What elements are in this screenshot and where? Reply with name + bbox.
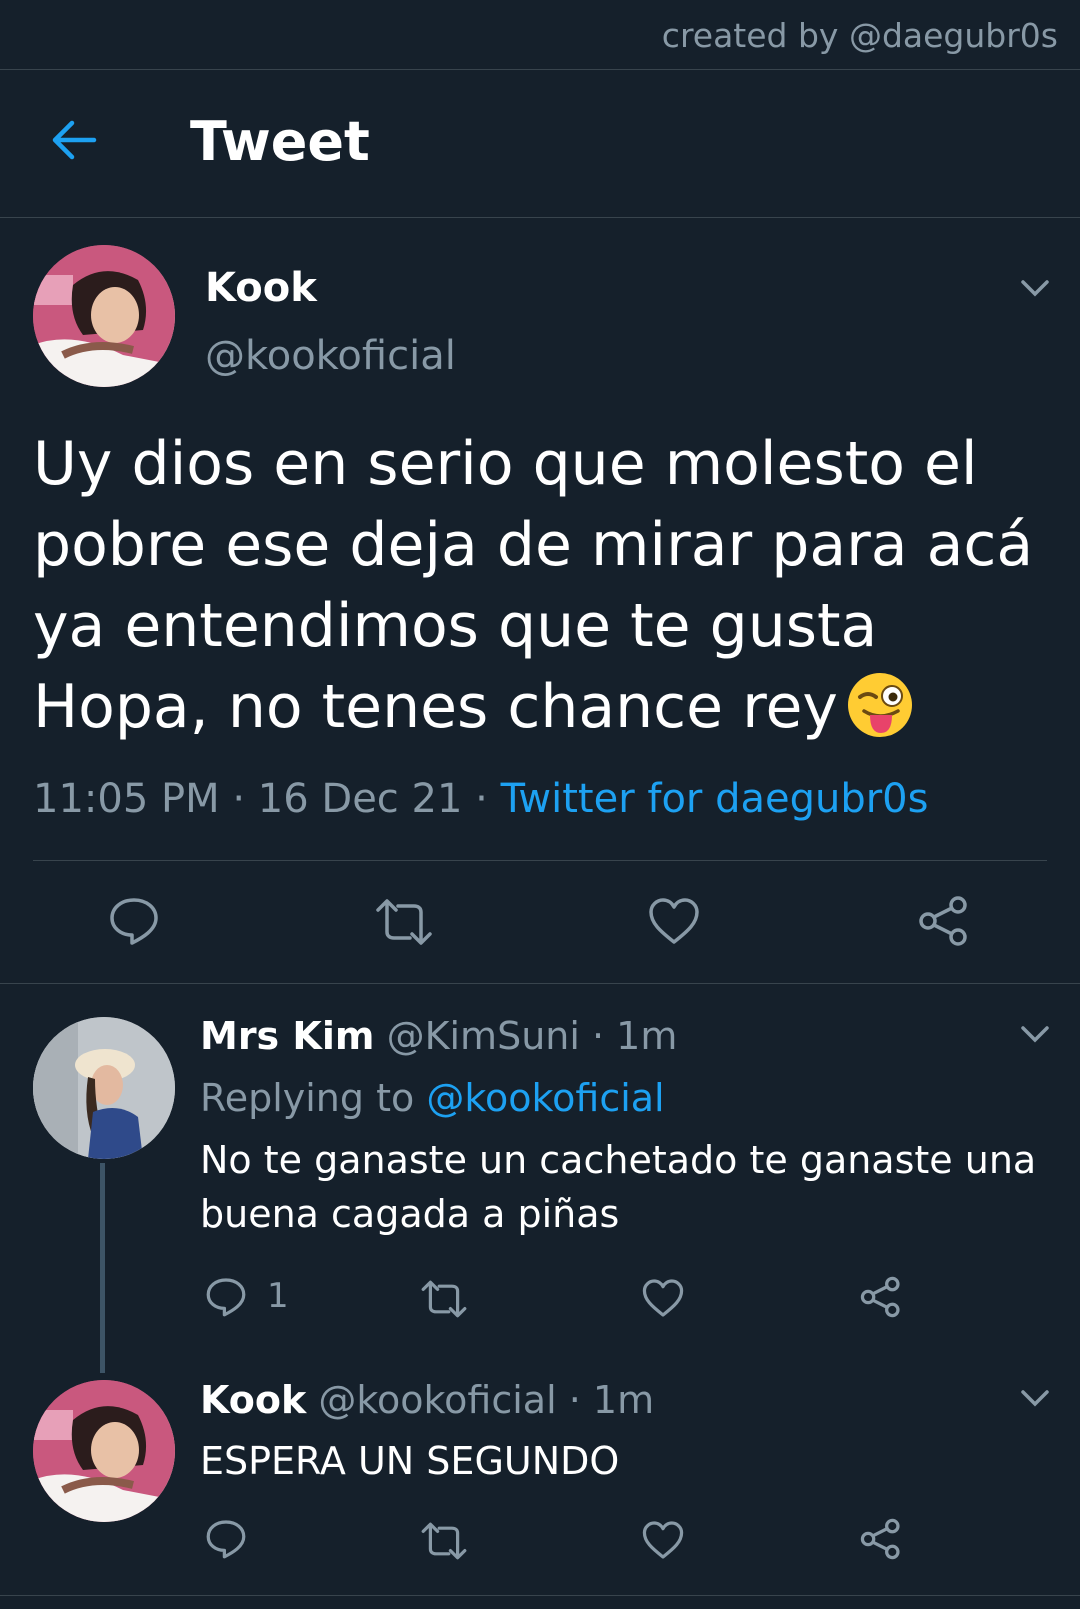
share-icon[interactable]: [860, 1518, 902, 1560]
divider: [0, 217, 1080, 218]
reply-count: 1: [267, 1276, 289, 1316]
divider: [0, 69, 1080, 70]
author-handle[interactable]: @kookoficial: [205, 333, 456, 379]
retweet-icon[interactable]: [420, 1520, 468, 1562]
watermark-credit: created by @daegubr0s: [661, 16, 1058, 55]
tweet-source-link[interactable]: Twitter for daegubr0s: [501, 776, 929, 822]
page-title: Tweet: [190, 110, 370, 173]
reply-author-handle[interactable]: @KimSuni: [387, 1014, 580, 1058]
replying-to-handle[interactable]: @kookoficial: [426, 1076, 664, 1120]
reply-header: Kook @kookoficial · 1m: [200, 1378, 654, 1422]
divider: [0, 1595, 1080, 1596]
divider: [33, 860, 1047, 861]
chevron-down-icon[interactable]: [1020, 1024, 1050, 1044]
author-name[interactable]: Kook: [205, 265, 317, 311]
chevron-down-icon[interactable]: [1020, 1388, 1050, 1408]
avatar[interactable]: [33, 1017, 175, 1159]
retweet-icon[interactable]: [420, 1278, 468, 1320]
winking-face-with-tongue-icon: [847, 673, 912, 737]
replying-to-label: Replying to: [200, 1076, 415, 1120]
tweet-time: 11:05 PM: [33, 776, 220, 822]
reply-text: No te ganaste un cachetado te ganaste un…: [200, 1138, 1037, 1236]
avatar[interactable]: [33, 245, 175, 387]
divider: [0, 983, 1080, 984]
tweet-metadata: 11:05 PM · 16 Dec 21 · Twitter for daegu…: [33, 776, 928, 822]
separator-dot: ·: [232, 776, 246, 822]
reply-author-name[interactable]: Kook: [200, 1378, 306, 1422]
separator-dot: ·: [475, 776, 488, 822]
like-heart-icon[interactable]: [642, 1278, 684, 1318]
reply-author-name[interactable]: Mrs Kim: [200, 1014, 374, 1058]
reply-icon[interactable]: [205, 1518, 247, 1560]
reply-icon[interactable]: [205, 1276, 247, 1318]
like-heart-icon[interactable]: [642, 1520, 684, 1560]
replying-to-line: Replying to @kookoficial: [200, 1076, 665, 1120]
share-icon[interactable]: [860, 1276, 902, 1318]
share-icon[interactable]: [918, 895, 970, 947]
tweet-text: Uy dios en serio que molesto el pobre es…: [33, 424, 1053, 748]
like-heart-icon[interactable]: [648, 897, 700, 945]
reply-age: · 1m: [592, 1014, 678, 1058]
thread-connector: [100, 1163, 105, 1373]
reply-text: ESPERA UN SEGUNDO: [200, 1439, 620, 1483]
reply-icon[interactable]: [108, 895, 160, 947]
avatar[interactable]: [33, 1380, 175, 1522]
reply-author-handle[interactable]: @kookoficial: [318, 1378, 556, 1422]
chevron-down-icon[interactable]: [1020, 278, 1050, 298]
back-arrow-icon[interactable]: [48, 114, 100, 166]
reply-age: · 1m: [568, 1378, 655, 1422]
tweet-date: 16 Dec 21: [257, 776, 463, 822]
retweet-icon[interactable]: [374, 896, 434, 948]
reply-header: Mrs Kim @KimSuni · 1m: [200, 1014, 677, 1058]
